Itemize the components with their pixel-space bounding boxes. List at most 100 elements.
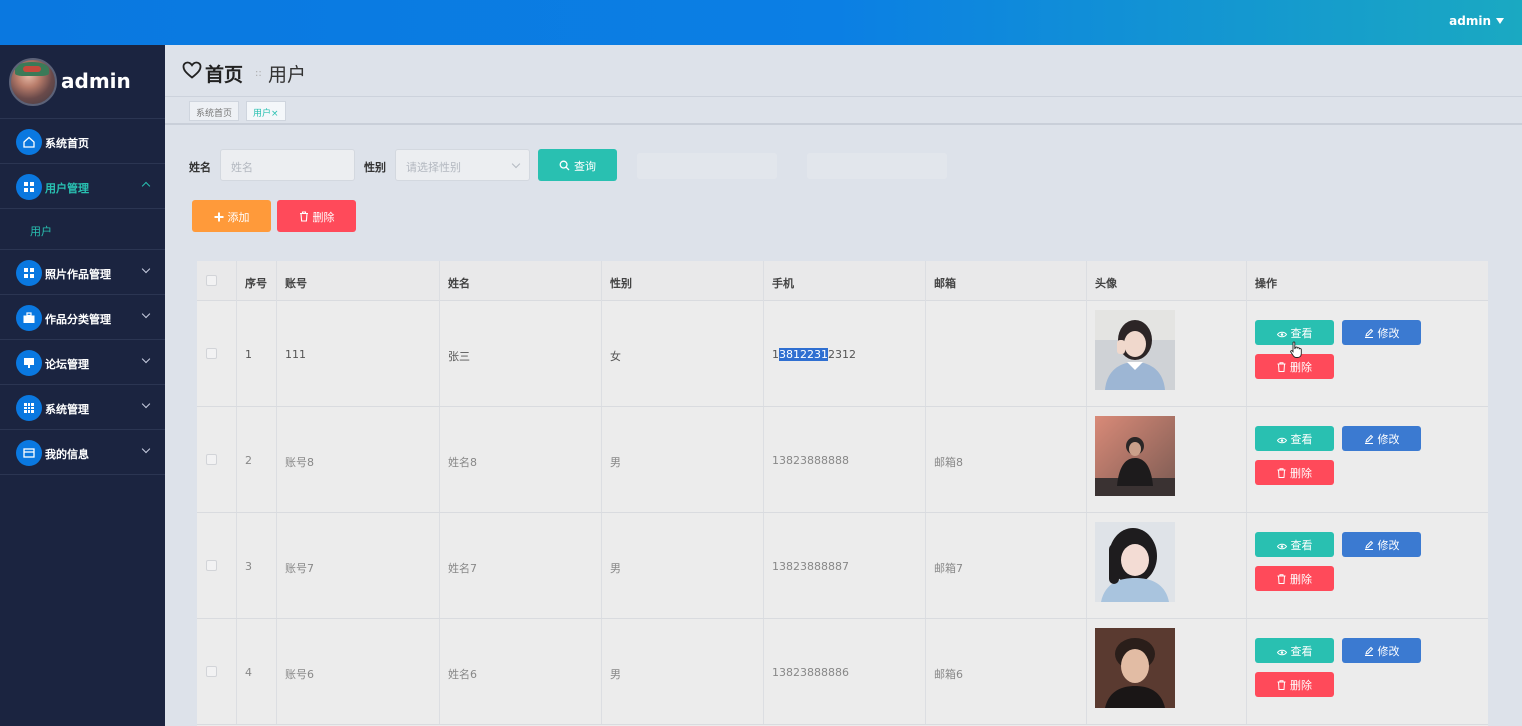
gender-select[interactable]: 请选择性别 bbox=[395, 149, 530, 181]
eye-icon bbox=[1276, 328, 1287, 341]
cell-account: 账号8 bbox=[285, 456, 314, 469]
query-button[interactable]: 查询 bbox=[538, 149, 617, 181]
cell-account: 111 bbox=[285, 348, 306, 361]
cell-phone: 138122312312 bbox=[772, 348, 856, 361]
row-delete-button-label: 删除 bbox=[1290, 679, 1312, 692]
sidebar-subitem-users[interactable]: 用户 bbox=[0, 209, 165, 250]
cell-name: 姓名7 bbox=[448, 562, 477, 575]
monitor-icon bbox=[16, 350, 42, 376]
chevron-up-icon bbox=[141, 181, 151, 191]
view-button[interactable]: 查看 bbox=[1255, 532, 1334, 557]
trash-icon bbox=[1277, 680, 1286, 693]
view-button-label: 查看 bbox=[1290, 539, 1313, 552]
cell-phone: 13823888887 bbox=[772, 560, 849, 573]
table-icon bbox=[16, 395, 42, 421]
chevron-down-icon bbox=[141, 354, 151, 364]
view-button[interactable]: 查看 bbox=[1255, 638, 1334, 663]
edit-icon bbox=[1364, 540, 1374, 553]
eye-icon bbox=[1276, 540, 1287, 553]
sidebar-profile: admin bbox=[0, 45, 165, 119]
view-button[interactable]: 查看 bbox=[1255, 426, 1334, 451]
phone-text-selection: 3812231 bbox=[779, 348, 828, 361]
tag-home[interactable]: 系统首页 bbox=[189, 101, 240, 121]
chevron-down-icon bbox=[141, 399, 151, 409]
row-delete-button-label: 删除 bbox=[1290, 573, 1312, 586]
chevron-down-icon bbox=[141, 264, 151, 274]
edit-icon bbox=[1364, 434, 1374, 447]
column-header-phone: 手机 bbox=[764, 261, 926, 301]
edit-button-label: 修改 bbox=[1377, 539, 1400, 552]
grid-icon bbox=[16, 260, 42, 286]
edit-button[interactable]: 修改 bbox=[1342, 532, 1421, 557]
sidebar-item-work-categories[interactable]: 作品分类管理 bbox=[0, 295, 165, 340]
query-button-label: 查询 bbox=[574, 160, 596, 173]
view-button-label: 查看 bbox=[1290, 645, 1313, 658]
cell-email: 邮箱8 bbox=[934, 456, 963, 469]
edit-button-label: 修改 bbox=[1377, 645, 1400, 658]
table-header: 序号 账号 姓名 性别 手机 邮箱 头像 操作 bbox=[197, 261, 1488, 301]
chevron-down-icon bbox=[141, 444, 151, 454]
name-input[interactable]: 姓名 bbox=[220, 149, 355, 181]
column-header-name: 姓名 bbox=[440, 261, 602, 301]
sidebar-item-my-info[interactable]: 我的信息 bbox=[0, 430, 165, 475]
user-menu-label: admin bbox=[1449, 14, 1491, 28]
phone-text-end: 2312 bbox=[828, 348, 856, 361]
row-delete-button[interactable]: 删除 bbox=[1255, 566, 1334, 591]
edit-button[interactable]: 修改 bbox=[1342, 426, 1421, 451]
sidebar-item-label: 用户管理 bbox=[45, 182, 89, 195]
row-delete-button[interactable]: 删除 bbox=[1255, 672, 1334, 697]
table-row: 1 111 张三 女 138122312312 查看 修改 删除 bbox=[197, 301, 1488, 407]
row-checkbox[interactable] bbox=[206, 348, 217, 359]
avatar bbox=[9, 58, 57, 106]
plus-icon bbox=[214, 212, 224, 225]
sidebar-item-user-management[interactable]: 用户管理 bbox=[0, 164, 165, 209]
sidebar-user-name: admin bbox=[61, 69, 131, 93]
tag-users[interactable]: 用户× bbox=[246, 101, 286, 121]
sidebar-item-system[interactable]: 系统管理 bbox=[0, 385, 165, 430]
trash-icon bbox=[1277, 362, 1286, 375]
cell-gender: 男 bbox=[610, 562, 621, 575]
edit-button[interactable]: 修改 bbox=[1342, 320, 1421, 345]
cell-email: 邮箱6 bbox=[934, 668, 963, 681]
tags-bar: 系统首页 用户× bbox=[165, 97, 1522, 125]
header-select-cell bbox=[197, 261, 237, 301]
cell-gender: 男 bbox=[610, 668, 621, 681]
sidebar-item-label: 系统首页 bbox=[45, 137, 89, 150]
select-all-checkbox[interactable] bbox=[206, 275, 217, 286]
sidebar-item-photo-works[interactable]: 照片作品管理 bbox=[0, 250, 165, 295]
column-header-gender: 性别 bbox=[602, 261, 764, 301]
top-bar: admin bbox=[0, 0, 1522, 45]
add-button[interactable]: 添加 bbox=[192, 200, 271, 232]
cell-index: 3 bbox=[245, 560, 252, 573]
table-row: 2 账号8 姓名8 男 13823888888 邮箱8 查看 修改 删除 bbox=[197, 407, 1488, 513]
users-table: 序号 账号 姓名 性别 手机 邮箱 头像 操作 1 111 张三 女 13812… bbox=[197, 261, 1488, 726]
sidebar-item-label: 系统管理 bbox=[45, 403, 89, 416]
trash-icon bbox=[1277, 468, 1286, 481]
search-icon bbox=[559, 160, 570, 174]
page-subtitle: 用户 bbox=[268, 64, 307, 86]
cell-email: 邮箱7 bbox=[934, 562, 963, 575]
row-delete-button[interactable]: 删除 bbox=[1255, 460, 1334, 485]
sidebar-item-home[interactable]: 系统首页 bbox=[0, 119, 165, 164]
cell-account: 账号6 bbox=[285, 668, 314, 681]
avatar-image bbox=[1095, 416, 1175, 496]
edit-icon bbox=[1364, 328, 1374, 341]
row-checkbox[interactable] bbox=[206, 666, 217, 677]
home-icon bbox=[16, 129, 42, 155]
row-checkbox[interactable] bbox=[206, 560, 217, 571]
cell-gender: 男 bbox=[610, 456, 621, 469]
sidebar-subitem-label: 用户 bbox=[30, 225, 52, 238]
edit-button[interactable]: 修改 bbox=[1342, 638, 1421, 663]
edit-icon bbox=[1364, 646, 1374, 659]
cell-index: 2 bbox=[245, 454, 252, 467]
row-checkbox[interactable] bbox=[206, 454, 217, 465]
delete-button[interactable]: 删除 bbox=[277, 200, 356, 232]
phone-text-start: 1 bbox=[772, 348, 779, 361]
grid-icon bbox=[16, 174, 42, 200]
user-menu[interactable]: admin bbox=[1449, 14, 1504, 28]
table-row: 4 账号6 姓名6 男 13823888886 邮箱6 查看 修改 删除 bbox=[197, 619, 1488, 725]
cell-name: 姓名6 bbox=[448, 668, 477, 681]
page-header: 首页 :: 用户 bbox=[165, 45, 1522, 97]
name-label: 姓名 bbox=[189, 161, 211, 174]
sidebar-item-forum[interactable]: 论坛管理 bbox=[0, 340, 165, 385]
